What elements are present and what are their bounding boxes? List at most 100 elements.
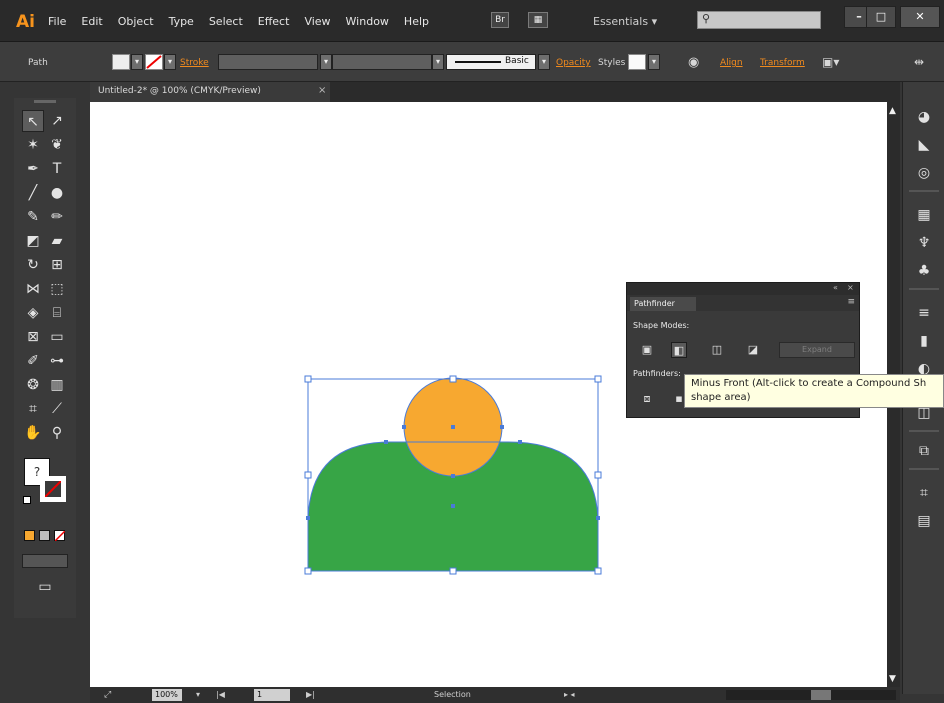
menu-help[interactable]: Help [404,15,429,28]
none-mode-icon[interactable] [54,530,65,541]
nav-icon[interactable]: ⤢ [104,690,111,700]
variable-width-dropdown-icon[interactable]: ▾ [432,54,444,70]
isolate-icon[interactable]: ▣▾ [822,55,839,69]
color-guide-icon[interactable]: ◣ [913,134,935,156]
screen-mode-icon[interactable]: ▭ [34,576,56,598]
blend-tool-icon[interactable]: ⊶ [46,350,68,372]
style-dropdown-icon[interactable]: ▾ [648,54,660,70]
stroke-dropdown-icon[interactable]: ▾ [164,54,176,70]
brush-field[interactable]: Basic [446,54,536,70]
stroke-swatch[interactable] [145,54,163,70]
align-link[interactable]: Align [720,58,743,68]
symbol-sprayer-tool-icon[interactable]: ❂ [22,374,44,396]
transform-link[interactable]: Transform [760,58,805,68]
stroke-color-icon[interactable] [40,476,66,502]
menu-effect[interactable]: Effect [258,15,290,28]
recolor-icon[interactable]: ◉ [688,55,699,70]
eyedropper-tool-icon[interactable]: ✐ [22,350,44,372]
artboard-field[interactable]: 1 [254,689,290,701]
last-artboard-icon[interactable]: ▶| [306,690,315,699]
paintbrush-tool-icon[interactable]: ✎ [22,206,44,228]
pen-tool-icon[interactable]: ✒ [22,158,44,180]
workspace-switcher[interactable]: Essentials ▾ [593,15,657,28]
gradient-panel-icon[interactable]: ▮ [913,330,935,352]
unite-icon[interactable]: ▣ [639,342,655,358]
document-tab[interactable]: Untitled-2* @ 100% (CMYK/Preview) × [90,82,330,102]
expand-button[interactable]: Expand [779,342,855,358]
pathfinder-panel-icon[interactable]: ⧉ [913,440,935,462]
transform-panel-icon[interactable]: ⌗ [913,482,935,504]
stroke-link[interactable]: Stroke [180,58,209,68]
width-tool-icon[interactable]: ⋈ [22,278,44,300]
line-tool-icon[interactable]: ╱ [22,182,44,204]
exclude-icon[interactable]: ◪ [745,342,761,358]
pathfinder-tab[interactable]: Pathfinder [630,297,696,311]
fill-swatch[interactable] [112,54,130,70]
pathfinder-title-bar[interactable]: « × [627,283,859,295]
close-window-button[interactable]: ✕ [900,6,940,28]
direct-selection-tool-icon[interactable]: ↗ [46,110,68,132]
menu-view[interactable]: View [304,15,330,28]
type-tool-icon[interactable]: T [46,158,68,180]
magic-wand-tool-icon[interactable]: ✶ [22,134,44,156]
bridge-icon[interactable]: Br [491,12,509,28]
stroke-weight-field[interactable] [218,54,318,70]
lasso-tool-icon[interactable]: ❦ [46,134,68,156]
close-tab-icon[interactable]: × [318,85,326,96]
selection-tool-icon[interactable]: ↖ [22,110,44,132]
stroke-panel-icon[interactable]: ≡ [913,302,935,324]
panel-grip[interactable] [34,100,56,103]
brushes-panel-icon[interactable]: ♆ [913,232,935,254]
artboard-tool-icon[interactable]: ⌗ [22,398,44,420]
menu-type[interactable]: Type [169,15,194,28]
color-mode-icon[interactable] [24,530,35,541]
default-colors-icon[interactable] [23,496,31,504]
panel-menu-icon[interactable]: ≡ [847,297,855,307]
rotate-tool-icon[interactable]: ↻ [22,254,44,276]
style-swatch[interactable] [628,54,646,70]
mesh-tool-icon[interactable]: ⊠ [22,326,44,348]
column-graph-tool-icon[interactable]: ▥ [46,374,68,396]
shape-builder-tool-icon[interactable]: ◈ [22,302,44,324]
arrange-documents-icon[interactable]: ▦ [528,12,548,28]
horizontal-scroll-thumb[interactable] [811,690,831,700]
stroke-weight-dropdown-icon[interactable]: ▾ [320,54,332,70]
search-field[interactable]: ⚲ [697,11,821,29]
gradient-tool-icon[interactable]: ▭ [46,326,68,348]
maximize-button[interactable]: □ [866,6,896,28]
gradient-mode-icon[interactable] [39,530,50,541]
blob-brush-tool-icon[interactable]: ◩ [22,230,44,252]
menu-object[interactable]: Object [118,15,154,28]
perspective-grid-tool-icon[interactable]: ⌸ [46,302,68,324]
menu-file[interactable]: File [48,15,66,28]
hand-tool-icon[interactable]: ✋ [22,422,44,444]
divide-icon[interactable]: ⧈ [639,391,655,407]
first-artboard-icon[interactable]: |◀ [216,690,225,699]
menu-window[interactable]: Window [346,15,389,28]
opacity-link[interactable]: Opacity [556,58,591,68]
horizontal-scrollbar[interactable] [726,690,896,700]
swatches-panel-icon[interactable]: ▦ [913,204,935,226]
menu-edit[interactable]: Edit [81,15,102,28]
zoom-dropdown-icon[interactable]: ▾ [196,690,200,699]
layers-panel-icon[interactable]: ▤ [913,510,935,532]
scale-tool-icon[interactable]: ⊞ [46,254,68,276]
menu-select[interactable]: Select [209,15,243,28]
ellipse-tool-icon[interactable]: ● [46,182,68,204]
fill-dropdown-icon[interactable]: ▾ [131,54,143,70]
symbols-panel-icon[interactable]: ♣ [913,260,935,282]
zoom-field[interactable]: 100% [152,689,182,701]
scroll-up-icon[interactable]: ▲ [889,106,896,116]
minus-front-icon[interactable]: ◧ [671,342,687,358]
intersect-icon[interactable]: ◫ [709,342,725,358]
eraser-tool-icon[interactable]: ▰ [46,230,68,252]
zoom-tool-icon[interactable]: ⚲ [46,422,68,444]
drawing-modes-icon[interactable] [22,554,68,568]
close-panel-icon[interactable]: × [847,283,854,292]
scroll-down-icon[interactable]: ▼ [889,674,896,684]
kuler-icon[interactable]: ◎ [913,162,935,184]
brush-dropdown-icon[interactable]: ▾ [538,54,550,70]
variable-width-field[interactable] [332,54,432,70]
pencil-tool-icon[interactable]: ✏ [46,206,68,228]
status-menu-icon[interactable]: ▸ ◂ [564,690,575,699]
